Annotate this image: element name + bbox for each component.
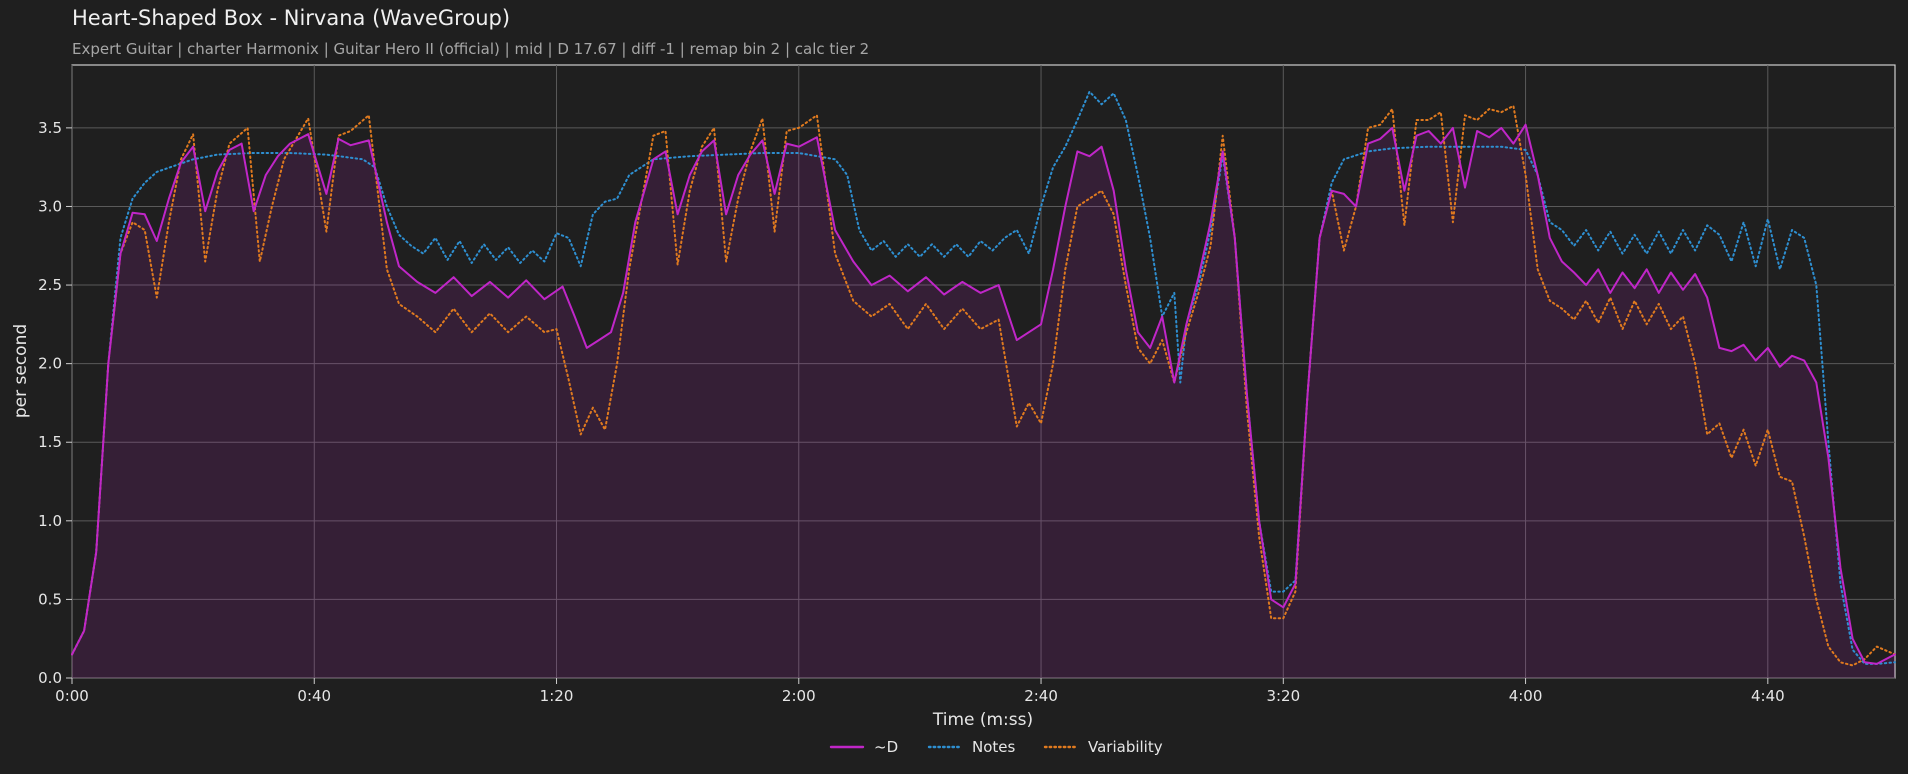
x-tick-label: 4:00	[1509, 687, 1543, 705]
y-tick-label: 3.0	[38, 197, 62, 215]
y-tick-label: 0.5	[38, 590, 62, 608]
y-tick-label: 3.5	[38, 119, 62, 137]
x-tick-label: 0:00	[55, 687, 89, 705]
y-tick-label: 1.0	[38, 512, 62, 530]
legend-label: ~D	[874, 738, 898, 756]
y-tick-label: 2.5	[38, 276, 62, 294]
legend-label: Variability	[1088, 738, 1163, 756]
y-axis-label: per second	[11, 324, 31, 418]
y-tick-label: 0.0	[38, 669, 62, 687]
x-tick-label: 3:20	[1266, 687, 1300, 705]
y-tick-label: 1.5	[38, 433, 62, 451]
x-axis-label: Time (m:ss)	[932, 710, 1033, 730]
x-tick-label: 2:00	[782, 687, 816, 705]
y-tick-label: 2.0	[38, 355, 62, 373]
chart-svg: 0:00 0:40 1:20 2:00 2:40 3:20 4:00 4:40 0.0 0.5 1.…	[11, 64, 1896, 756]
x-tick-label: 0:40	[297, 687, 331, 705]
x-tick-label: 1:20	[540, 687, 574, 705]
legend: ~D Notes Variability	[829, 738, 1163, 756]
x-tick-label: 4:40	[1751, 687, 1785, 705]
x-tick-label: 2:40	[1024, 687, 1058, 705]
legend-label: Notes	[972, 738, 1016, 756]
